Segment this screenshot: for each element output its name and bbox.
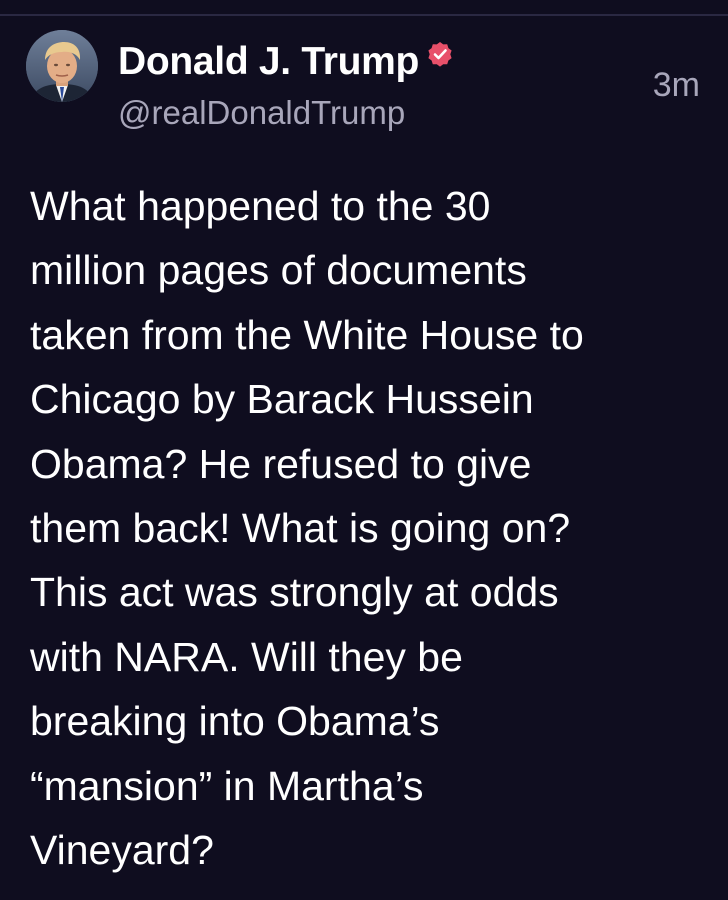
post-body-line: What happened to the 30 xyxy=(30,183,491,229)
post-timestamp[interactable]: 3m xyxy=(653,64,700,106)
author-handle[interactable]: @realDonaldTrump xyxy=(118,92,405,134)
post-body-line: breaking into Obama’s xyxy=(30,698,440,745)
post-card: Donald J. Trump @realDonaldTrump 3m What… xyxy=(0,0,728,900)
post-body-line: million pages of documents xyxy=(30,247,527,294)
post-body-line: Vineyard? xyxy=(30,827,214,874)
post-body-line: This act was strongly at odds xyxy=(30,569,559,616)
verified-check-icon xyxy=(427,41,453,67)
profile-photo-avatar-icon xyxy=(26,30,98,102)
author-name-row: Donald J. Trump xyxy=(118,38,453,86)
post-body-line: them back! What is going on? xyxy=(30,505,571,552)
post-body-text: What happened to the 30 million pages of… xyxy=(30,174,710,882)
post-body-line: with NARA. Will they be xyxy=(30,633,463,680)
author-display-name[interactable]: Donald J. Trump xyxy=(118,38,419,86)
post-body-line: taken from the White House to xyxy=(30,311,584,358)
post-body-line: Obama? He refused to give xyxy=(30,440,532,487)
avatar[interactable] xyxy=(26,30,98,102)
post-body-line: Chicago by Barack Hussein xyxy=(30,376,534,423)
post-body-line: “mansion” in Martha’s xyxy=(30,762,424,809)
